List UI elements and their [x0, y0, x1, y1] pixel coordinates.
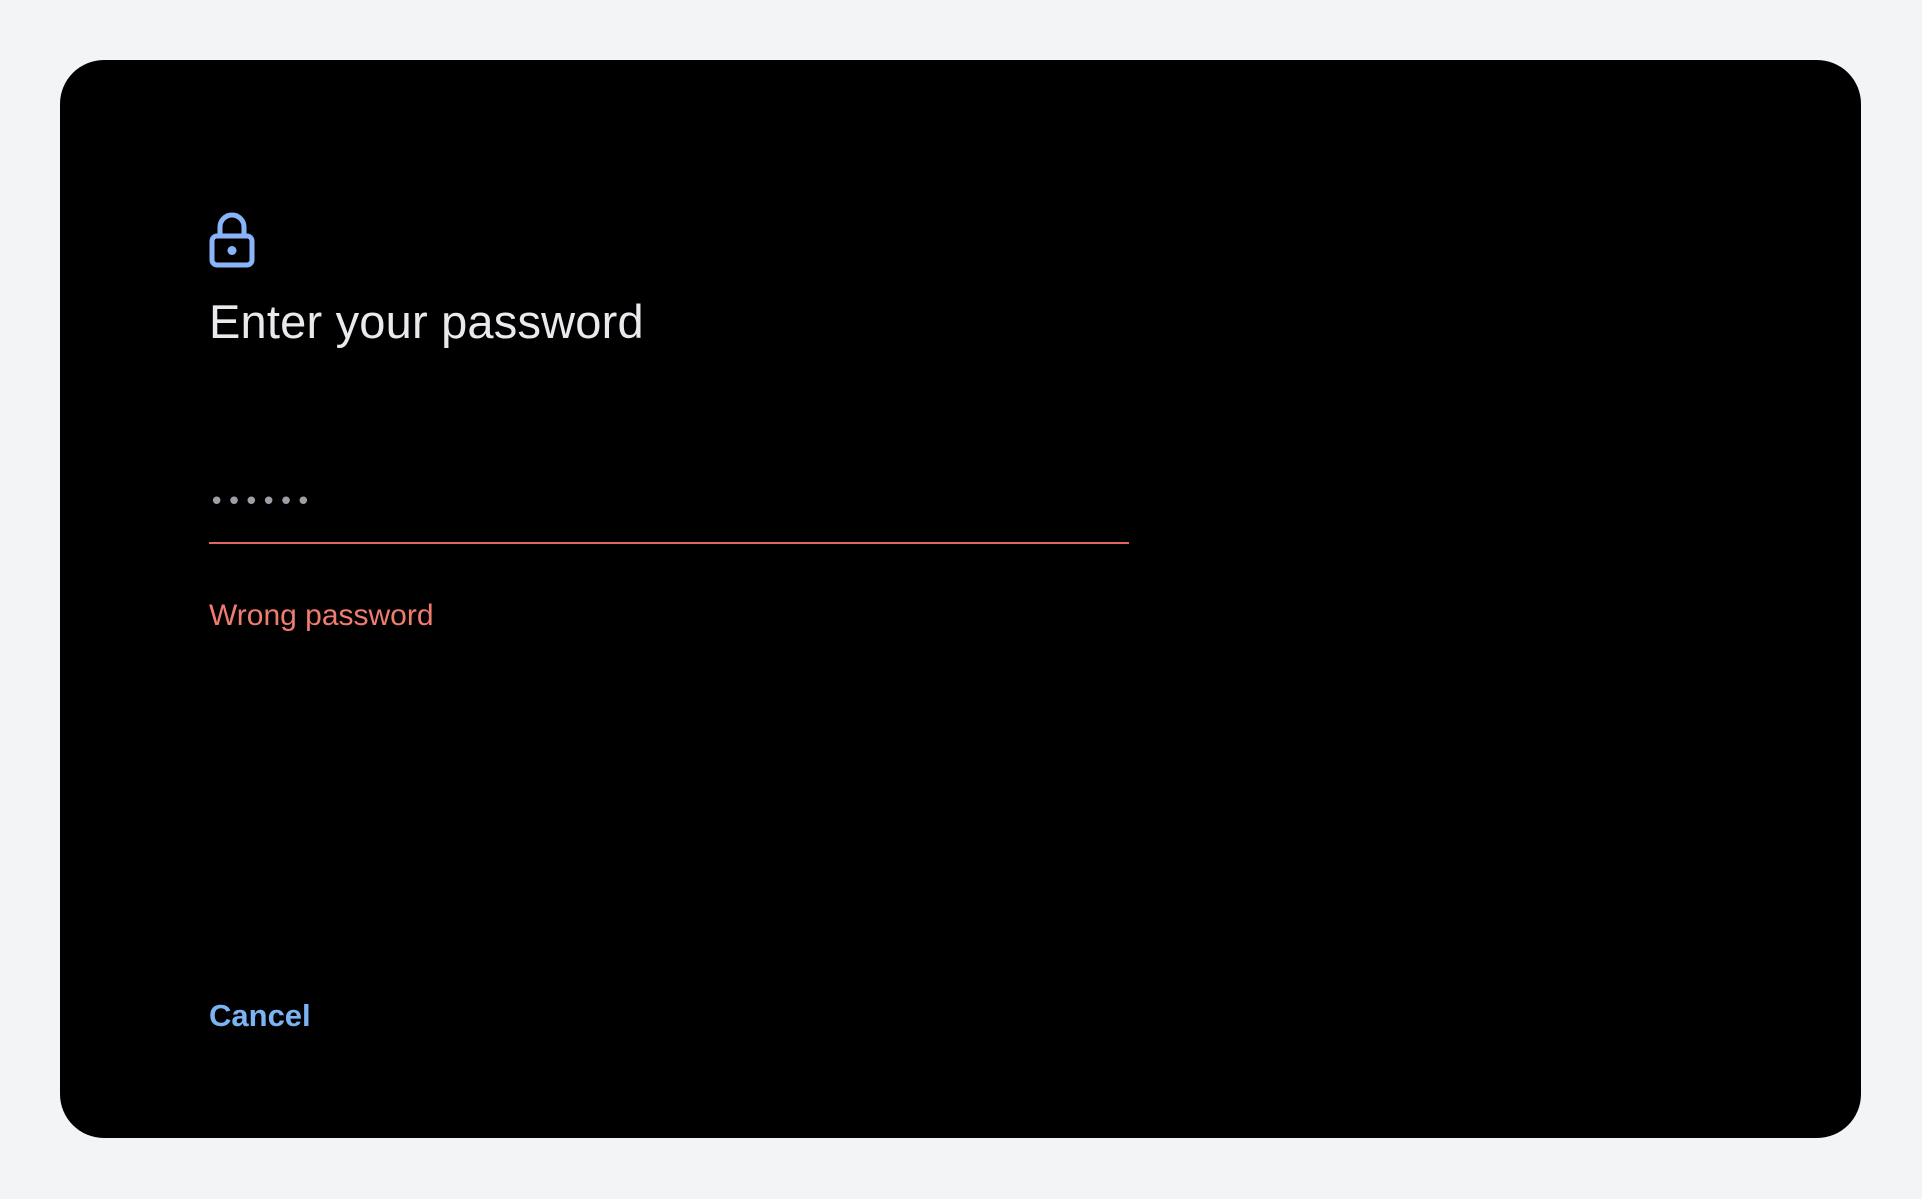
page-title: Enter your password [209, 295, 644, 348]
password-input[interactable] [209, 474, 1129, 530]
lock-icon [208, 212, 256, 268]
password-field[interactable] [209, 470, 1129, 544]
password-dialog: Enter your password Wrong password Cance… [60, 60, 1861, 1138]
cancel-button[interactable]: Cancel [199, 990, 321, 1042]
error-message: Wrong password [209, 599, 434, 632]
